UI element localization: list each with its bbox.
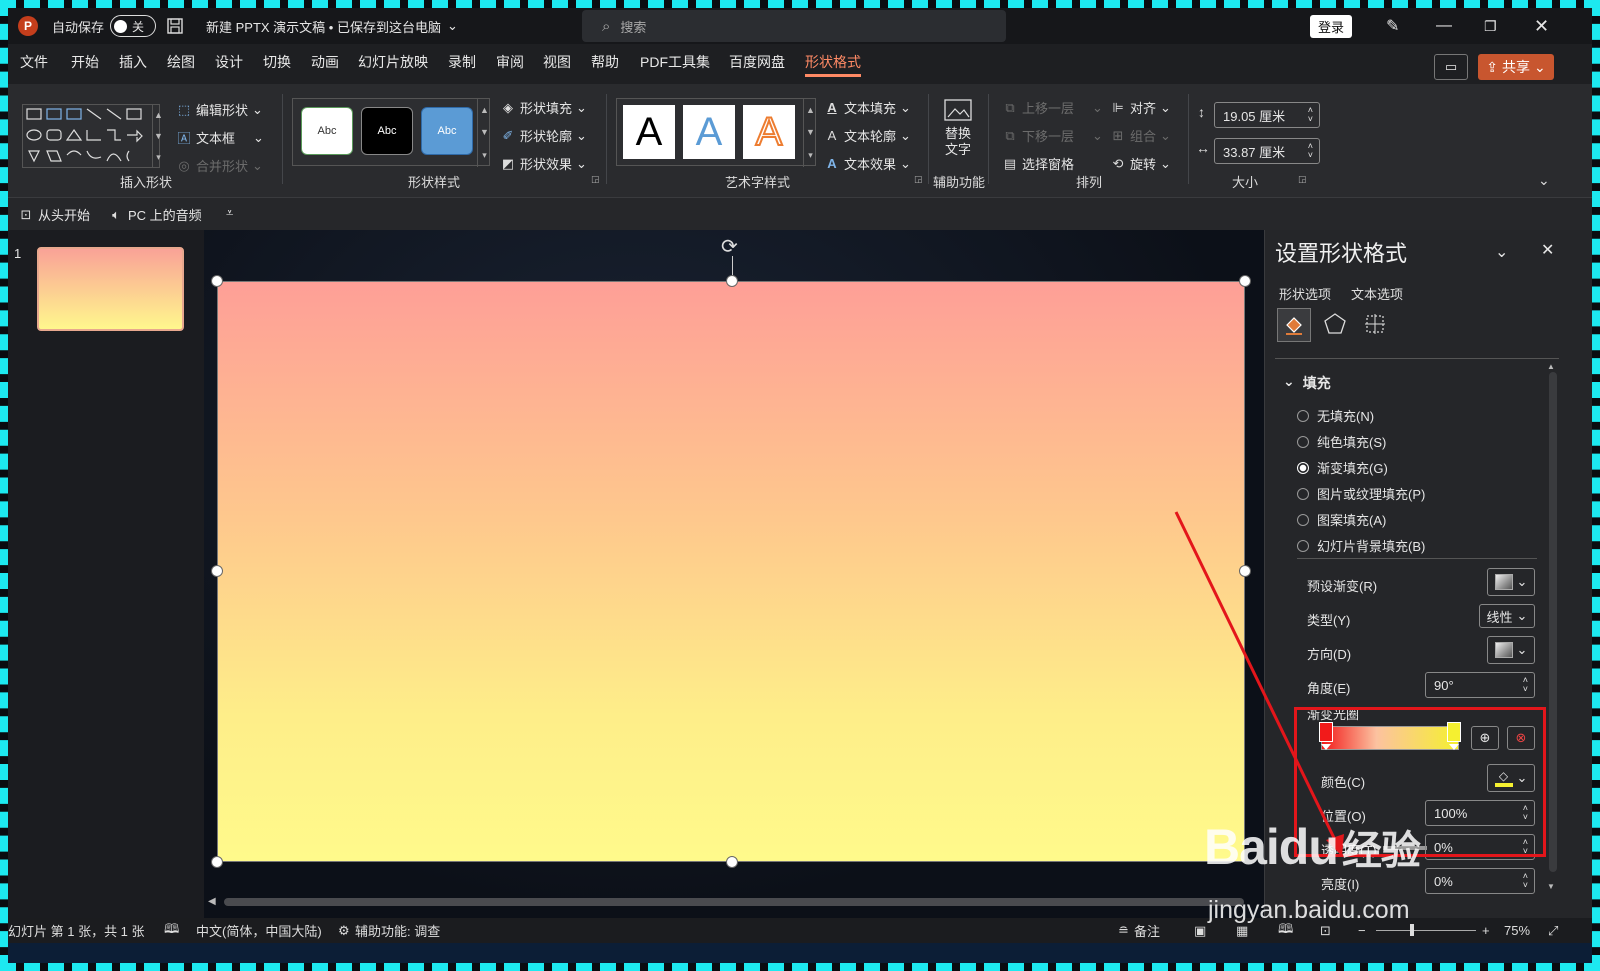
watermark-brand-cn: 经验 — [1341, 829, 1421, 873]
watermark-url: jingyan.baidu.com — [1208, 896, 1410, 924]
watermark-brand: Baidu 经验 — [1204, 818, 1421, 876]
watermark-brand-text: Baidu — [1204, 819, 1339, 875]
